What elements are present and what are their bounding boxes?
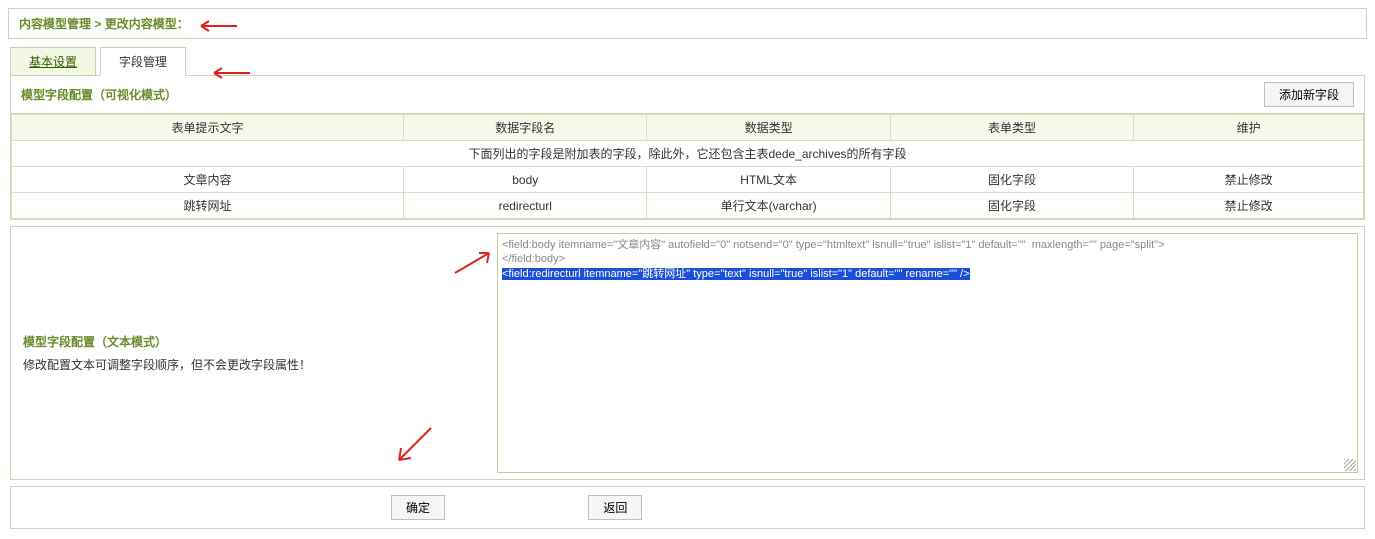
breadcrumb-current: 更改内容模型： — [105, 17, 189, 31]
visual-config-panel: 模型字段配置（可视化模式） 添加新字段 表单提示文字 数据字段名 数据类型 表单… — [10, 75, 1365, 220]
th-op: 维护 — [1134, 115, 1364, 141]
text-config-right: <field:body itemname="文章内容" autofield="0… — [491, 227, 1364, 479]
text-config-desc: 修改配置文本可调整字段顺序，但不会更改字段属性！ — [23, 356, 479, 373]
field-config-textarea[interactable]: <field:body itemname="文章内容" autofield="0… — [497, 233, 1358, 473]
cell-dtype: 单行文本(varchar) — [647, 193, 890, 219]
th-field: 数据字段名 — [404, 115, 647, 141]
back-button[interactable]: 返回 — [588, 495, 642, 520]
cell-field: body — [404, 167, 647, 193]
cell-ftype: 固化字段 — [890, 193, 1133, 219]
cell-ftype: 固化字段 — [890, 167, 1133, 193]
code-line: <field:body itemname="文章内容" autofield="0… — [502, 238, 1353, 252]
cell-prompt: 跳转网址 — [12, 193, 404, 219]
cell-prompt: 文章内容 — [12, 167, 404, 193]
fields-table: 表单提示文字 数据字段名 数据类型 表单类型 维护 下面列出的字段是附加表的字段… — [11, 114, 1364, 219]
tab-basic-settings[interactable]: 基本设置 — [10, 47, 96, 76]
text-config-left: 模型字段配置（文本模式） 修改配置文本可调整字段顺序，但不会更改字段属性！ — [11, 227, 491, 479]
cell-op: 禁止修改 — [1134, 193, 1364, 219]
text-config-title: 模型字段配置（文本模式） — [23, 333, 479, 350]
th-ftype: 表单类型 — [890, 115, 1133, 141]
tab-basic-label: 基本设置 — [29, 55, 77, 69]
code-line-selected: <field:redirecturl itemname="跳转网址" type=… — [502, 268, 970, 280]
add-field-button[interactable]: 添加新字段 — [1264, 82, 1354, 107]
tabs-row: 基本设置 字段管理 — [0, 47, 1375, 76]
cell-field: redirecturl — [404, 193, 647, 219]
ok-button[interactable]: 确定 — [391, 495, 445, 520]
tab-field-management[interactable]: 字段管理 — [100, 47, 186, 76]
table-row: 跳转网址 redirecturl 单行文本(varchar) 固化字段 禁止修改 — [12, 193, 1364, 219]
th-prompt: 表单提示文字 — [12, 115, 404, 141]
cell-dtype: HTML文本 — [647, 167, 890, 193]
breadcrumb-sep: > — [91, 17, 105, 31]
cell-op: 禁止修改 — [1134, 167, 1364, 193]
code-line: </field:body> — [502, 252, 1353, 266]
th-dtype: 数据类型 — [647, 115, 890, 141]
visual-config-header: 模型字段配置（可视化模式） 添加新字段 — [11, 76, 1364, 114]
table-note-cell: 下面列出的字段是附加表的字段，除此外，它还包含主表dede_archives的所… — [12, 141, 1364, 167]
arrow-annotation-icon — [195, 19, 235, 29]
table-header-row: 表单提示文字 数据字段名 数据类型 表单类型 维护 — [12, 115, 1364, 141]
tab-field-label: 字段管理 — [119, 55, 167, 69]
arrow-annotation-icon — [208, 66, 248, 76]
arrow-annotation-icon — [451, 247, 495, 280]
text-config-panel: 模型字段配置（文本模式） 修改配置文本可调整字段顺序，但不会更改字段属性！ <f… — [10, 226, 1365, 480]
resize-grip-icon[interactable] — [1344, 459, 1356, 471]
arrow-annotation-icon — [391, 424, 435, 471]
bottom-button-bar: 确定 返回 — [10, 486, 1365, 529]
breadcrumb: 内容模型管理 > 更改内容模型： — [8, 8, 1367, 39]
visual-config-title: 模型字段配置（可视化模式） — [21, 86, 177, 103]
breadcrumb-root[interactable]: 内容模型管理 — [19, 17, 91, 31]
table-row: 文章内容 body HTML文本 固化字段 禁止修改 — [12, 167, 1364, 193]
table-note-row: 下面列出的字段是附加表的字段，除此外，它还包含主表dede_archives的所… — [12, 141, 1364, 167]
